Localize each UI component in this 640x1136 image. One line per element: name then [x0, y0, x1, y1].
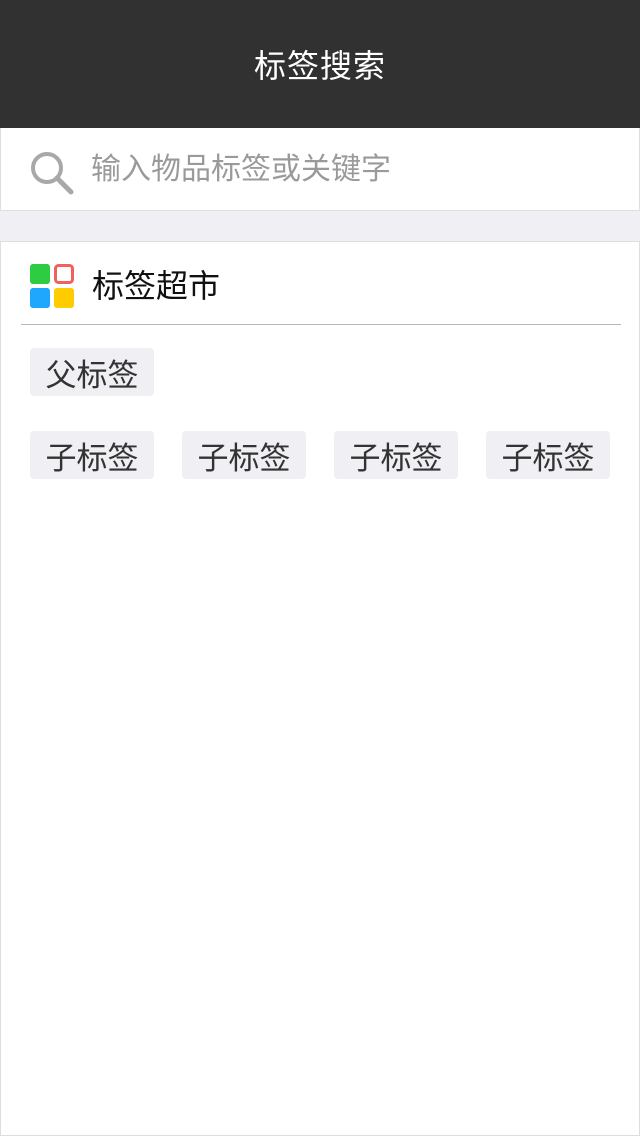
child-tag[interactable]: 子标签 — [30, 431, 154, 479]
search-bar[interactable] — [0, 128, 640, 211]
tag-market-panel: 标签超市 父标签 子标签 子标签 子标签 子标签 — [0, 241, 640, 1136]
child-tag[interactable]: 子标签 — [486, 431, 610, 479]
section-title: 标签超市 — [92, 267, 221, 305]
page-title: 标签搜索 — [253, 47, 386, 85]
parent-tag[interactable]: 父标签 — [30, 348, 154, 396]
section-header: 标签超市 — [21, 242, 621, 325]
navigation-bar: 标签搜索 — [0, 0, 640, 128]
child-tag[interactable]: 子标签 — [334, 431, 458, 479]
search-input[interactable] — [91, 146, 611, 192]
grid-icon — [30, 264, 74, 308]
child-tag[interactable]: 子标签 — [182, 431, 306, 479]
search-icon — [29, 150, 75, 196]
